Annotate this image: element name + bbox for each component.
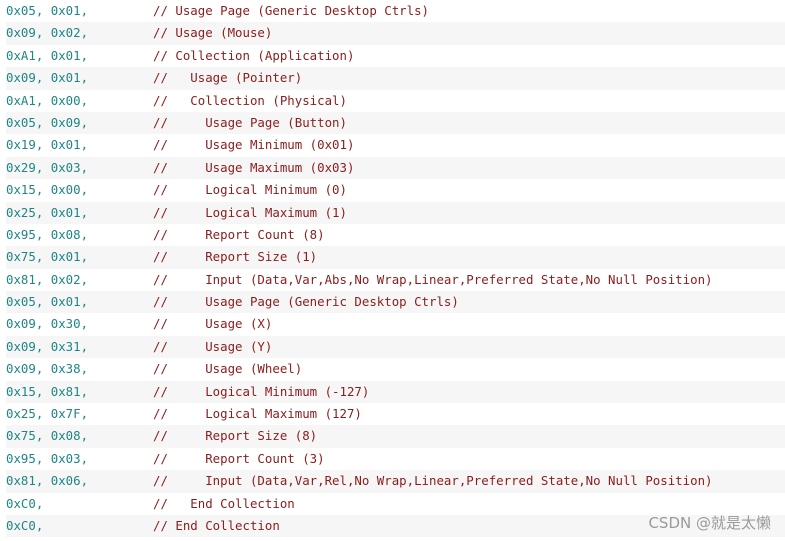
code-line: 0x09, 0x30, // Usage (X): [0, 313, 785, 335]
code-bytes: 0x09, 0x02,: [6, 25, 89, 41]
code-line: 0x29, 0x03, // Usage Maximum (0x03): [6, 156, 785, 180]
code-comment: // Logical Maximum (127): [153, 406, 362, 422]
code-bytes: 0xA1, 0x01,: [6, 47, 89, 63]
code-line: 0x09, 0x31, // Usage (Y): [6, 335, 785, 359]
code-comment: // Report Size (1): [153, 249, 318, 265]
code-bytes: 0x19, 0x01,: [6, 137, 89, 153]
code-line: 0x81, 0x02, // Input (Data,Var,Abs,No Wra…: [0, 269, 785, 291]
code-comment: // Usage (Y): [153, 338, 273, 354]
code-line: 0x95, 0x03, // Report Count (3): [0, 448, 785, 470]
code-bytes: 0xC0,: [6, 495, 44, 511]
code-comment: // Logical Minimum (-127): [153, 383, 370, 399]
code-bytes: 0x05, 0x01,: [6, 3, 89, 18]
code-comment: // End Collection: [153, 495, 295, 511]
code-line: 0x05, 0x01, // Usage Page (Generic Deskto…: [6, 291, 785, 314]
code-bytes: 0x09, 0x31,: [6, 338, 89, 354]
code-comment: // Logical Minimum (0): [153, 182, 347, 198]
code-line: 0x19, 0x01, // Usage Minimum (0x01): [0, 134, 785, 156]
code-bytes: 0x29, 0x03,: [6, 159, 89, 175]
code-line: 0x81, 0x06, // Input (Data,Var,Rel,No Wra…: [6, 470, 785, 493]
code-line: 0x15, 0x00, // Logical Minimum (0): [0, 179, 785, 201]
code-bytes: 0x09, 0x38,: [6, 361, 89, 377]
code-comment: // Usage Page (Button): [153, 114, 347, 130]
code-bytes: 0x15, 0x00,: [6, 182, 89, 198]
code-line: 0xA1, 0x00, // Collection (Physical): [0, 90, 785, 112]
code-bytes: 0x05, 0x01,: [6, 294, 89, 310]
code-line: 0x05, 0x01, // Usage Page (Generic Deskto…: [0, 0, 785, 22]
code-line: 0x05, 0x09, // Usage Page (Button): [6, 111, 785, 135]
code-comment: // End Collection: [153, 517, 280, 533]
code-line: 0x09, 0x01, // Usage (Pointer): [6, 67, 785, 90]
code-line: 0xA1, 0x01, // Collection (Application): [0, 45, 785, 67]
code-line: 0x25, 0x01, // Logical Maximum (1): [6, 201, 785, 224]
code-bytes: 0x09, 0x01,: [6, 70, 89, 86]
code-bytes: 0x15, 0x81,: [6, 383, 89, 399]
code-comment: // Usage (Wheel): [153, 361, 303, 377]
code-block: 0x05, 0x01, // Usage Page (Generic Deskto…: [0, 0, 785, 538]
code-bytes: 0x09, 0x30,: [6, 316, 89, 332]
code-comment: // Usage Page (Generic Desktop Ctrls): [153, 294, 459, 310]
code-line: 0x95, 0x08, // Report Count (8): [0, 224, 785, 246]
watermark: CSDN @就是太懒: [648, 514, 771, 532]
code-comment: // Input (Data,Var,Rel,No Wrap,Linear,Pr…: [153, 473, 713, 489]
code-bytes: 0xA1, 0x00,: [6, 92, 89, 108]
code-bytes: 0x25, 0x7F,: [6, 406, 89, 422]
code-comment: // Collection (Application): [153, 47, 355, 63]
code-bytes: 0xC0,: [6, 517, 44, 533]
code-bytes: 0x75, 0x08,: [6, 428, 89, 444]
code-comment: // Usage (X): [153, 316, 273, 332]
code-line: 0x09, 0x38, // Usage (Wheel): [0, 358, 785, 380]
code-comment: // Logical Maximum (1): [153, 204, 347, 220]
code-comment: // Usage Maximum (0x03): [153, 159, 355, 175]
code-bytes: 0x95, 0x03,: [6, 450, 89, 466]
code-line: 0x25, 0x7F, // Logical Maximum (127): [0, 403, 785, 425]
code-bytes: 0x81, 0x06,: [6, 473, 89, 489]
code-bytes: 0x75, 0x01,: [6, 249, 89, 265]
code-bytes: 0x25, 0x01,: [6, 204, 89, 220]
code-comment: // Usage Page (Generic Desktop Ctrls): [153, 3, 430, 18]
code-comment: // Usage Minimum (0x01): [153, 137, 355, 153]
code-comment: // Report Count (3): [153, 450, 325, 466]
code-comment: // Report Size (8): [153, 428, 318, 444]
code-comment: // Collection (Physical): [153, 92, 347, 108]
code-line: 0x75, 0x01, // Report Size (1): [6, 246, 785, 269]
code-comment: // Report Count (8): [153, 226, 325, 242]
code-bytes: 0x05, 0x09,: [6, 114, 89, 130]
code-line: 0x09, 0x02, // Usage (Mouse): [6, 22, 785, 45]
code-bytes: 0x81, 0x02,: [6, 271, 89, 287]
code-comment: // Usage (Mouse): [153, 25, 273, 41]
code-comment: // Usage (Pointer): [153, 70, 303, 86]
code-comment: // Input (Data,Var,Abs,No Wrap,Linear,Pr…: [153, 271, 713, 287]
code-line: 0x75, 0x08, // Report Size (8): [6, 425, 785, 448]
code-line: 0x15, 0x81, // Logical Minimum (-127): [6, 380, 785, 404]
code-bytes: 0x95, 0x08,: [6, 226, 89, 242]
